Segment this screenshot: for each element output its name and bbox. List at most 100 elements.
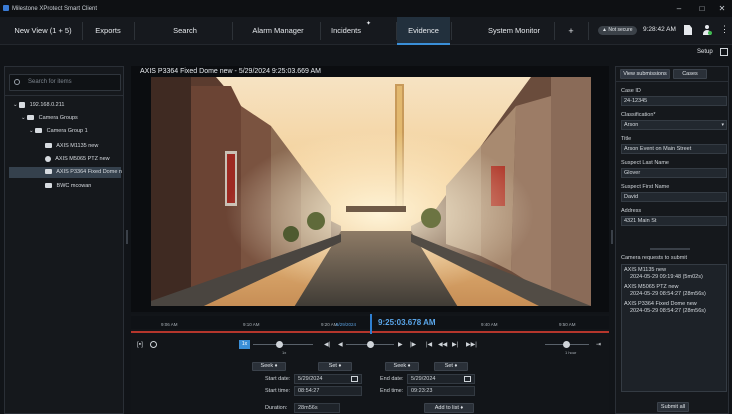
search-icon: [14, 79, 20, 85]
tab-new-view[interactable]: New View (1 + 5): [8, 17, 78, 45]
folder-icon: [27, 115, 35, 121]
list-item[interactable]: AXIS M5065 PTZ new 2024-05-29 08:54:27 (…: [624, 284, 724, 298]
clock: 9:28:42 AM: [643, 26, 676, 33]
calendar-icon[interactable]: [351, 376, 358, 382]
tab-evidence[interactable]: Evidence: [397, 17, 450, 45]
duration-label: Duration:: [265, 405, 288, 411]
folder-icon: [35, 128, 43, 134]
classification-select[interactable]: Arson ▾: [621, 120, 727, 130]
setup-bar: Setup: [0, 45, 732, 62]
incidents-notification-icon: ✦: [366, 21, 372, 27]
play-reverse-icon[interactable]: ◀: [338, 341, 343, 348]
address-label: Address: [621, 208, 642, 214]
suspect-first-name-field[interactable]: David: [621, 192, 727, 202]
section-splitter-handle[interactable]: [650, 248, 690, 250]
case-id-field[interactable]: 24-12345: [621, 96, 727, 106]
user-icon[interactable]: [703, 25, 712, 35]
end-time-field[interactable]: 09:23:23: [407, 386, 475, 396]
video-player[interactable]: [131, 66, 609, 312]
calendar-icon[interactable]: [464, 376, 471, 382]
add-tab-button[interactable]: +: [558, 17, 584, 45]
camera-requests-label: Camera requests to submit: [621, 255, 688, 261]
minimize-button[interactable]: –: [668, 2, 690, 15]
speed-badge[interactable]: 1x: [239, 340, 250, 349]
end-time-label: End time:: [380, 388, 404, 394]
camera-icon: [45, 143, 52, 149]
tree-item-server[interactable]: ⌄ 192.168.0.211: [13, 100, 64, 111]
tree-item-camera[interactable]: BWC mcowan: [45, 181, 91, 192]
span-slider-thumb[interactable]: [563, 341, 570, 348]
chevron-down-icon: ▾: [721, 122, 724, 128]
set-start-button[interactable]: Set ♦: [318, 362, 352, 371]
title-bar: Milestone XProtect Smart Client – □ ✕: [0, 0, 732, 17]
seek-start-button[interactable]: Seek ♦: [252, 362, 286, 371]
jog-slider-thumb[interactable]: [367, 341, 374, 348]
address-field[interactable]: 4321 Main St: [621, 216, 727, 226]
more-menu-icon[interactable]: ⋮: [720, 24, 729, 35]
submit-all-button[interactable]: Submit all: [657, 402, 689, 412]
start-date-label: Start date:: [265, 376, 291, 382]
tab-search[interactable]: Search: [150, 17, 220, 45]
playhead[interactable]: [370, 314, 372, 334]
current-time: 9:25:03.678 AM: [378, 318, 436, 327]
next-icon[interactable]: ▶|: [452, 341, 458, 348]
previous-icon[interactable]: ◀◀: [438, 341, 447, 348]
workspace-tabs: New View (1 + 5) Exports Search Alarm Ma…: [0, 17, 732, 45]
list-item[interactable]: AXIS M1135 new 2024-05-29 09:19:48 (5m02…: [624, 267, 724, 281]
document-icon[interactable]: [684, 25, 692, 35]
playback-timeline[interactable]: 9:06 AM 9:10 AM 9:20 AM 5/29/2024 9:40 A…: [131, 314, 609, 358]
tree-item-camera-groups[interactable]: ⌄ Camera Groups: [21, 113, 78, 124]
ptz-camera-icon: [45, 155, 51, 162]
timeline-tick: 9:06 AM: [161, 322, 178, 327]
duration-field: 28m56s: [294, 403, 340, 413]
security-status-badge[interactable]: ▲ Not secure: [598, 26, 637, 35]
fit-range-icon[interactable]: [▪]: [137, 341, 143, 348]
timeline-end-icon[interactable]: ⇥: [596, 341, 601, 348]
set-end-button[interactable]: Set ♦: [434, 362, 468, 371]
suspect-first-name-label: Suspect First Name: [621, 184, 670, 190]
timeline-tick: 9:10 AM: [243, 322, 260, 327]
previous-frame-icon[interactable]: ◀|: [324, 341, 330, 348]
clock-icon[interactable]: [150, 341, 157, 348]
classification-label: Classification*: [621, 112, 656, 118]
tree-item-camera-group-1[interactable]: ⌄ Camera Group 1: [29, 126, 88, 137]
start-time-label: Start time:: [265, 388, 291, 394]
export-range-panel: Seek ♦ Set ♦ Start date: 5/29/2024 Start…: [131, 358, 609, 414]
camera-requests-list[interactable]: AXIS M1135 new 2024-05-29 09:19:48 (5m02…: [621, 264, 727, 392]
title-field[interactable]: Arson Event on Main Street: [621, 144, 727, 154]
tab-exports[interactable]: Exports: [86, 17, 130, 45]
tree-item-camera-selected[interactable]: AXIS P3364 Fixed Dome n: [9, 167, 122, 178]
list-item[interactable]: AXIS P3364 Fixed Dome new 2024-05-29 08:…: [624, 301, 724, 315]
maximize-button[interactable]: □: [691, 2, 713, 15]
play-icon[interactable]: ▶: [398, 341, 403, 348]
speed-slider-track[interactable]: [253, 344, 313, 345]
camera-icon: [45, 169, 52, 175]
previous-sequence-icon[interactable]: |◀: [426, 341, 432, 348]
tab-view-submissions[interactable]: View submissions: [620, 69, 670, 79]
next-frame-icon[interactable]: |▶: [410, 341, 416, 348]
speed-slider-thumb[interactable]: [276, 341, 283, 348]
search-input[interactable]: Search for items: [9, 74, 121, 91]
add-to-list-button[interactable]: Add to list ♦: [424, 403, 474, 413]
next-sequence-icon[interactable]: ▶▶|: [466, 341, 477, 348]
span-label: 1 hour: [565, 350, 577, 355]
tab-incidents[interactable]: Incidents: [324, 17, 368, 45]
tree-item-camera[interactable]: AXIS M1135 new: [45, 141, 98, 152]
tree-item-camera[interactable]: AXIS M5065 PTZ new: [45, 154, 110, 165]
tab-cases[interactable]: Cases: [673, 69, 707, 79]
case-id-label: Case ID: [621, 88, 641, 94]
setup-button[interactable]: Setup: [697, 49, 713, 55]
tab-alarm-manager[interactable]: Alarm Manager: [236, 17, 320, 45]
start-time-field[interactable]: 08:54:27: [294, 386, 362, 396]
suspect-last-name-field[interactable]: Glover: [621, 168, 727, 178]
title-label: Title: [621, 136, 632, 142]
fullscreen-icon[interactable]: [720, 48, 728, 56]
video-title: AXIS P3364 Fixed Dome new - 5/29/2024 9:…: [140, 68, 321, 75]
tab-system-monitor[interactable]: System Monitor: [478, 17, 550, 45]
video-frame: [151, 77, 591, 312]
close-button[interactable]: ✕: [711, 2, 732, 15]
right-splitter-handle[interactable]: [611, 230, 613, 244]
left-splitter-handle[interactable]: [126, 230, 128, 244]
seek-end-button[interactable]: Seek ♦: [385, 362, 419, 371]
suspect-last-name-label: Suspect Last Name: [621, 160, 669, 166]
